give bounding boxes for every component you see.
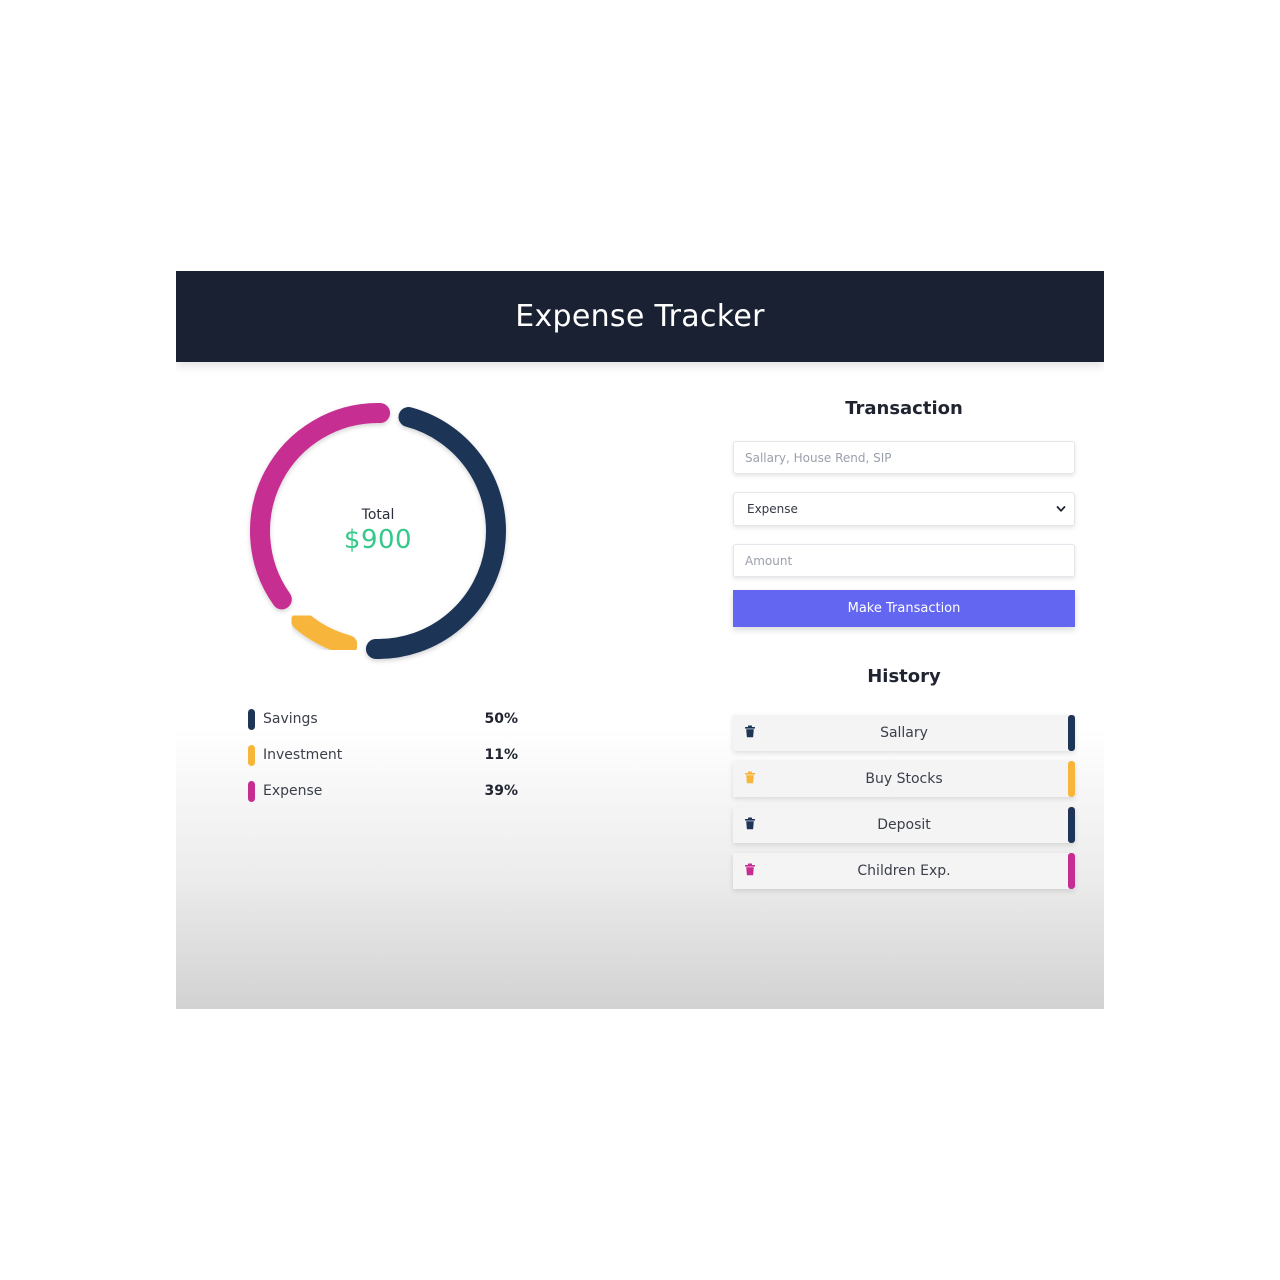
transaction-panel: Transaction Expense Make Transaction His… [733, 391, 1075, 889]
amount-input[interactable] [733, 544, 1075, 577]
trash-icon[interactable] [744, 863, 756, 876]
history-color-bar [1068, 715, 1075, 751]
transaction-name-input[interactable] [733, 441, 1075, 474]
legend-label: Investment [263, 747, 343, 763]
legend-color-bar [248, 708, 255, 730]
history-item[interactable]: Deposit [733, 807, 1075, 843]
select-value[interactable]: Expense [733, 492, 1075, 526]
total-label: Total [361, 507, 395, 523]
history-color-bar [1068, 853, 1075, 889]
legend-label: Expense [263, 783, 323, 799]
trash-icon[interactable] [744, 817, 756, 830]
legend-item-savings: Savings 50% [248, 701, 518, 737]
donut-center: Total $900 [238, 391, 518, 671]
history-list: Sallary Buy Stocks Deposit Children Exp. [733, 715, 1075, 889]
transaction-title: Transaction [845, 398, 963, 419]
chart-legend: Savings 50% Investment 11% Expense 39% [248, 701, 518, 809]
page-title: Expense Tracker [515, 299, 765, 334]
expense-tracker-app: Expense Tracker Total $900 Savings 50% I… [176, 271, 1104, 1009]
history-item-label: Children Exp. [857, 863, 951, 879]
legend-item-expense: Expense 39% [248, 773, 518, 809]
legend-percent: 11% [484, 747, 518, 763]
legend-percent: 39% [484, 783, 518, 799]
history-item-label: Buy Stocks [865, 771, 943, 787]
history-item-label: Deposit [877, 817, 931, 833]
trash-icon[interactable] [744, 771, 756, 784]
history-item-label: Sallary [880, 725, 928, 741]
history-item[interactable]: Buy Stocks [733, 761, 1075, 797]
history-item[interactable]: Sallary [733, 715, 1075, 751]
chevron-down-icon [1056, 506, 1066, 512]
donut-chart: Total $900 [238, 391, 518, 671]
legend-color-bar [248, 780, 255, 802]
make-transaction-button[interactable]: Make Transaction [733, 590, 1075, 627]
legend-percent: 50% [484, 711, 518, 727]
history-item[interactable]: Children Exp. [733, 853, 1075, 889]
history-title: History [867, 666, 941, 687]
history-color-bar [1068, 807, 1075, 843]
transaction-type-select[interactable]: Expense [733, 492, 1075, 526]
legend-label: Savings [263, 711, 318, 727]
total-value: $900 [343, 525, 413, 555]
trash-icon[interactable] [744, 725, 756, 738]
app-header: Expense Tracker [176, 271, 1104, 362]
legend-color-bar [248, 744, 255, 766]
history-color-bar [1068, 761, 1075, 797]
legend-item-investment: Investment 11% [248, 737, 518, 773]
